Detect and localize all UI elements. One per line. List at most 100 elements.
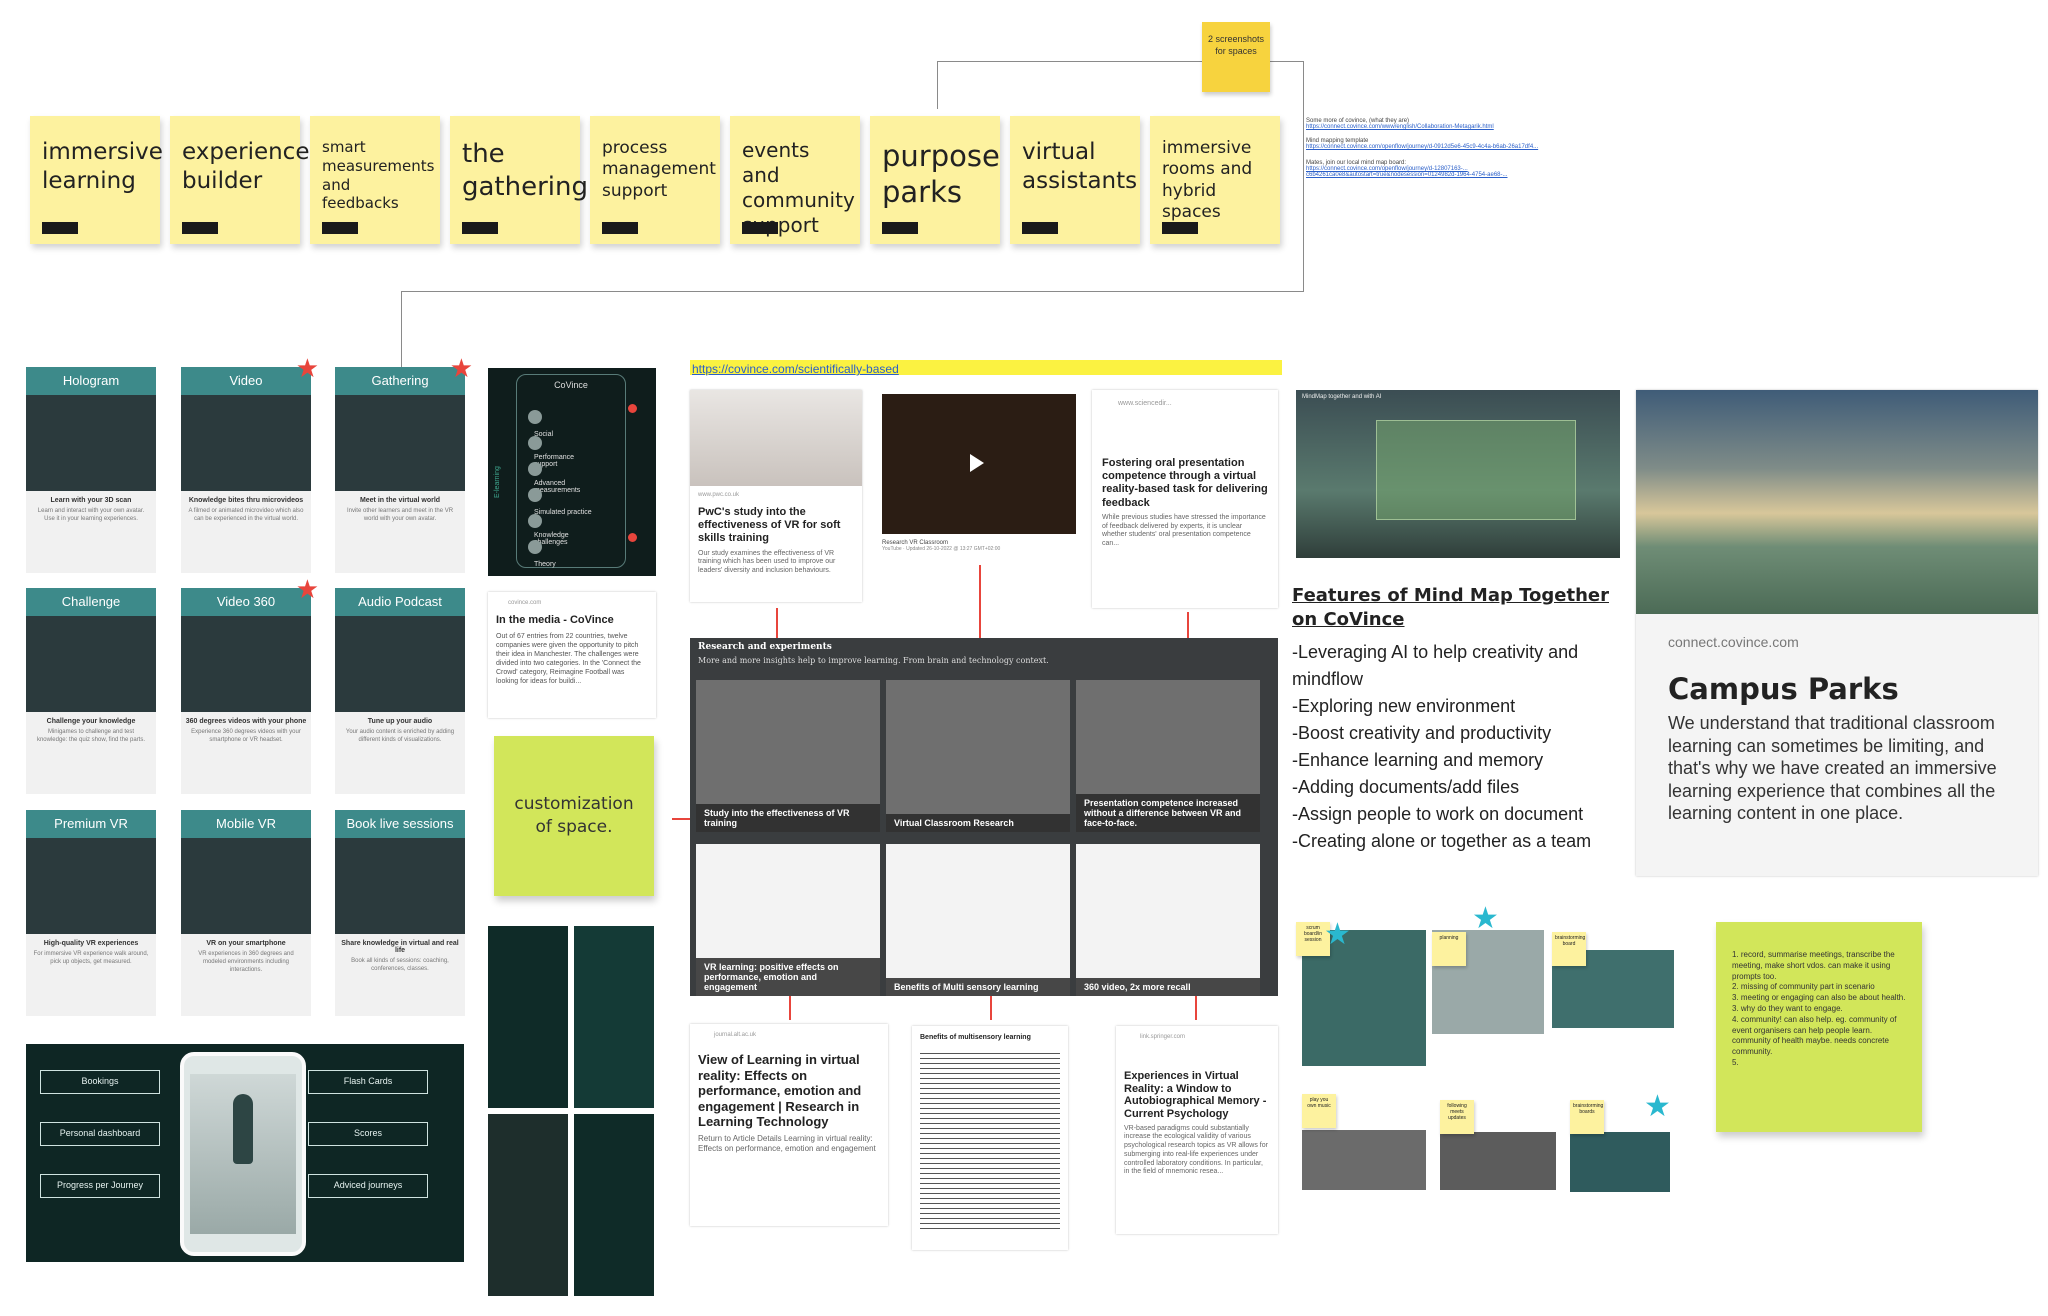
dashboard-button[interactable]: Personal dashboard — [40, 1122, 160, 1146]
customization-note[interactable]: customization of space. — [494, 736, 654, 896]
sticky-note[interactable]: purpose parks — [870, 116, 1000, 244]
app-menu-item[interactable]: Theory — [528, 538, 596, 574]
springer-source: link.springer.com — [1140, 1034, 1186, 1040]
phone-shot-4[interactable] — [574, 1114, 654, 1296]
redaction-bar — [742, 222, 778, 234]
feature-card-image — [335, 616, 465, 712]
url-bar[interactable]: https://covince.com/scientifically-based — [690, 360, 1282, 376]
links-note-link-4[interactable]: c6b4261ca0e8&autostart=true&nodesession=… — [1306, 172, 1576, 178]
sticky-note[interactable]: virtual assistants — [1010, 116, 1140, 244]
dashboard-button[interactable]: Flash Cards — [308, 1070, 428, 1094]
feature-card-caption: Share knowledge in virtual and real life — [341, 940, 459, 954]
app-menu-screen[interactable]: CoVince E-learning Social Performance sup… — [488, 368, 656, 576]
mini-sticky-note[interactable]: play you own music — [1302, 1094, 1336, 1128]
feature-card-title: Hologram — [26, 367, 156, 395]
pwc-image — [690, 390, 862, 486]
media-card[interactable]: covince.com In the media - CoVince Out o… — [488, 592, 656, 718]
green-note[interactable]: 1. record, summarise meetings, transcrib… — [1716, 922, 1922, 1132]
dashboard-button[interactable]: Progress per Journey — [40, 1174, 160, 1198]
sticky-note[interactable]: process management support — [590, 116, 720, 244]
research-tile[interactable]: Presentation competence increased withou… — [1076, 680, 1260, 832]
phone-shot-1[interactable] — [488, 926, 568, 1108]
sticky-note[interactable]: the gathering — [450, 116, 589, 244]
research-tile-label: Presentation competence increased withou… — [1076, 794, 1260, 832]
feature-card[interactable]: Audio Podcast Tune up your audio Your audi… — [335, 588, 465, 794]
research-tile[interactable]: Benefits of Multi sensory learning — [886, 844, 1070, 996]
space-shot-6[interactable] — [1570, 1132, 1670, 1192]
feature-card-image — [26, 838, 156, 934]
sticky-note-text: immersive rooms and hybrid spaces — [1162, 138, 1253, 222]
dashboard-button[interactable]: Bookings — [40, 1070, 160, 1094]
sticky-note[interactable]: immersive rooms and hybrid spaces — [1150, 116, 1280, 244]
research-tile[interactable]: Virtual Classroom Research — [886, 680, 1070, 832]
feature-card[interactable]: Video Knowledge bites thru microvideos A f… — [181, 355, 319, 573]
feature-card[interactable]: Premium VR High-quality VR experiences For… — [26, 810, 156, 1016]
dashboard-panel[interactable]: Bookings Personal dashboard Progress per J… — [26, 1044, 464, 1262]
feature-card-image — [181, 838, 311, 934]
mini-sticky-note[interactable]: planning — [1432, 932, 1466, 966]
phone-shot-2[interactable] — [574, 926, 654, 1108]
space-shot-4[interactable] — [1302, 1130, 1426, 1190]
feature-card[interactable]: Mobile VR VR on your smartphone VR experie… — [181, 810, 311, 1016]
star-icon: ★ — [1472, 902, 1499, 935]
menu-circle-icon — [528, 487, 542, 502]
dashboard-button[interactable]: Adviced journeys — [308, 1174, 428, 1198]
redaction-bar — [182, 222, 218, 234]
research-tile[interactable]: Study into the effectiveness of VR train… — [696, 680, 880, 832]
feature-card[interactable]: Gathering Meet in the virtual world Invite… — [335, 355, 473, 573]
video-player[interactable] — [882, 394, 1076, 534]
feature-card[interactable]: Video 360 360 degrees videos with your ph… — [181, 576, 319, 794]
springer-card[interactable]: link.springer.com Experiences in Virtual… — [1116, 1026, 1278, 1234]
research-tile[interactable]: 360 video, 2x more recall — [1076, 844, 1260, 996]
youtube-card[interactable]: Research VR Classroom YouTube · Updated … — [882, 394, 1076, 564]
sticky-note[interactable]: immersive learning — [30, 116, 163, 244]
mini-sticky-note[interactable]: brainstorming board — [1552, 932, 1586, 966]
feature-card-image — [181, 395, 311, 491]
links-note-link-2[interactable]: https://connect.covince.com/openflow/jou… — [1306, 144, 1576, 150]
green-note-line: 3. why do they want to engage. — [1732, 1003, 1843, 1013]
multisensory-doc[interactable]: Benefits of multisensory learning — [912, 1026, 1068, 1250]
pwc-source: www.pwc.co.uk — [698, 492, 740, 498]
sticky-note-text: process management support — [602, 138, 716, 201]
phone-mockup — [180, 1052, 306, 1256]
mini-sticky-note[interactable]: following meets updates — [1440, 1100, 1474, 1134]
campus-parks-card[interactable]: connect.covince.com Campus Parks We unde… — [1636, 390, 2038, 876]
dashboard-button[interactable]: Scores — [308, 1122, 428, 1146]
space-shot-5[interactable] — [1440, 1132, 1556, 1190]
play-icon[interactable] — [970, 454, 984, 472]
app-logo: CoVince — [554, 380, 588, 390]
feature-card-caption: Learn with your 3D scan — [50, 497, 132, 504]
feature-card-caption: 360 degrees videos with your phone — [185, 718, 307, 725]
sticky-note[interactable]: smart measurements and feedbacks — [310, 116, 440, 244]
phone-shot-3[interactable] — [488, 1114, 568, 1296]
sticky-note-text: the gathering — [462, 139, 589, 202]
links-note-link-1[interactable]: https://connect.covince.com/www/english/… — [1306, 124, 1576, 130]
green-note-line: 5. — [1732, 1057, 1739, 1067]
green-note-line: 2. missing of community part in scenario — [1732, 982, 1875, 992]
feature-card[interactable]: Hologram Learn with your 3D scan Learn and… — [26, 367, 156, 573]
research-tile-label: Benefits of Multi sensory learning — [886, 978, 1070, 996]
feature-card-image — [26, 616, 156, 712]
sticky-note[interactable]: events and community support — [730, 116, 860, 244]
url-link[interactable]: https://covince.com/scientifically-based — [692, 362, 899, 376]
feature-card[interactable]: Challenge Challenge your knowledge Minigam… — [26, 588, 156, 794]
redaction-bar — [42, 222, 78, 234]
sticky-note[interactable]: experience builder — [170, 116, 309, 244]
mindmap-label: MindMap together and with AI — [1302, 394, 1382, 400]
research-panel[interactable]: Research and experiments More and more i… — [690, 638, 1278, 996]
sticky-note-text: immersive learning — [42, 139, 163, 194]
alt-ac-card[interactable]: journal.alt.ac.uk View of Learning in vi… — [690, 1024, 888, 1226]
pwc-body: Our study examines the effectiveness of … — [698, 549, 836, 575]
screenshots-note[interactable]: 2 screenshots for spaces — [1202, 22, 1270, 92]
feature-card-description: Book all kinds of sessions: coaching, co… — [351, 958, 449, 972]
features-list: -Leveraging AI to help creativity and mi… — [1292, 639, 1632, 855]
sciencedirect-card[interactable]: www.sciencedir... Fostering oral present… — [1092, 390, 1278, 608]
mini-sticky-note[interactable]: brainstorming boards — [1570, 1100, 1604, 1134]
mindmap-screenshot[interactable]: MindMap together and with AI — [1296, 390, 1620, 558]
arrow-line — [979, 565, 981, 638]
links-note[interactable]: Some more of covince, (what they are) ht… — [1306, 118, 1576, 228]
sticky-note-text: purpose parks — [882, 139, 1000, 210]
research-tile[interactable]: VR learning: positive effects on perform… — [696, 844, 880, 996]
pwc-card[interactable]: www.pwc.co.uk PwC's study into the effec… — [690, 390, 862, 602]
feature-card[interactable]: Book live sessions Share knowledge in vir… — [335, 810, 465, 1016]
